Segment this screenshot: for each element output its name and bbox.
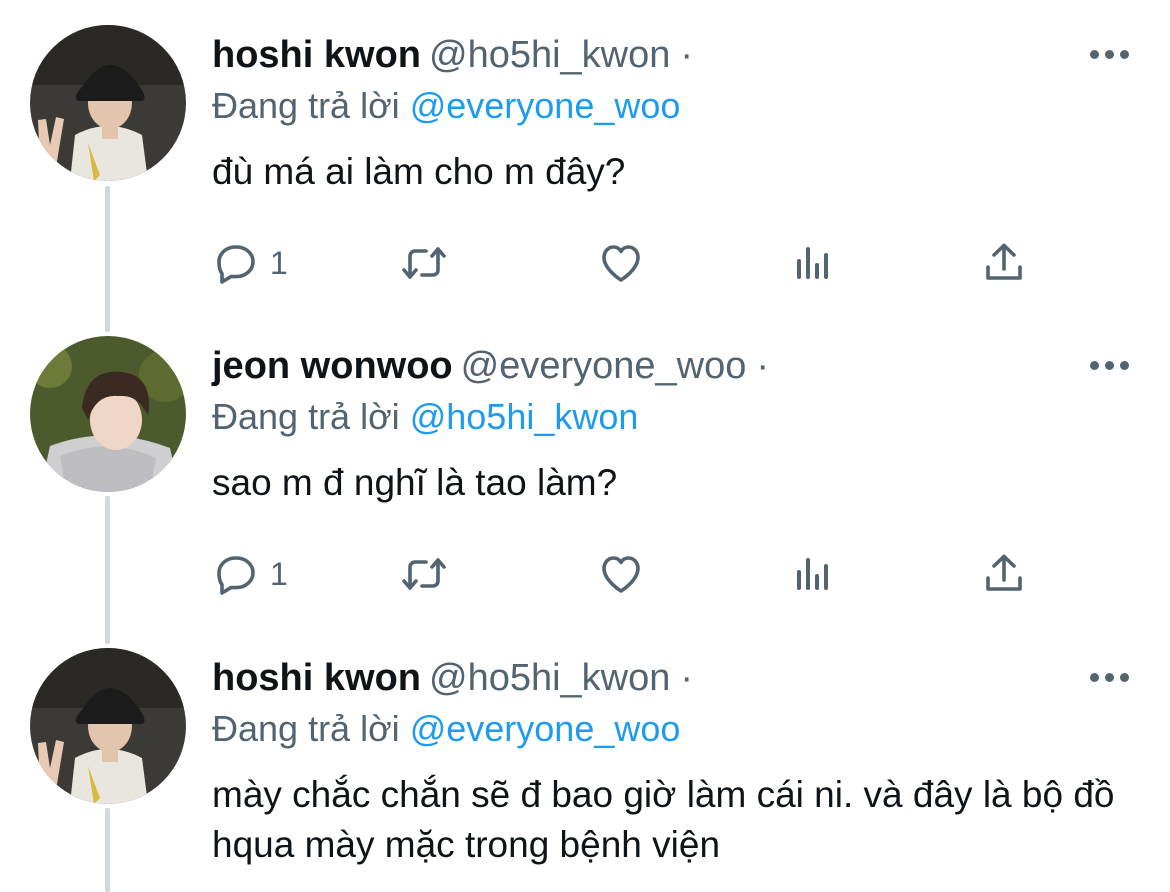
avatar[interactable] xyxy=(30,648,186,804)
tweet-header: hoshi kwon @ho5hi_kwon · xyxy=(212,648,1130,708)
tweet[interactable]: hoshi kwon @ho5hi_kwon · Đang trả lời @eve… xyxy=(0,648,1170,892)
reply-count: 1 xyxy=(270,244,288,281)
like-icon xyxy=(602,245,640,282)
more-icon[interactable] xyxy=(1090,358,1130,374)
separator-dot: · xyxy=(680,34,694,76)
views-button[interactable] xyxy=(789,544,837,604)
separator-dot: · xyxy=(756,345,770,387)
mention-link[interactable]: @ho5hi_kwon xyxy=(410,396,639,437)
share-button[interactable] xyxy=(980,233,1028,293)
replying-to: Đang trả lời @ho5hi_kwon xyxy=(212,396,1130,438)
share-button[interactable] xyxy=(980,544,1028,604)
reply-button[interactable]: 1 xyxy=(212,544,288,604)
tweet-header: jeon wonwoo @everyone_woo · xyxy=(212,336,1130,396)
action-bar: 1 xyxy=(212,544,1052,604)
avatar[interactable] xyxy=(30,25,186,181)
tweet-header: hoshi kwon @ho5hi_kwon · xyxy=(212,25,1130,85)
user-handle[interactable]: @ho5hi_kwon xyxy=(429,34,670,76)
like-icon xyxy=(602,556,640,593)
user-handle[interactable]: @everyone_woo xyxy=(461,345,747,387)
views-icon xyxy=(797,247,828,279)
reply-icon xyxy=(217,245,255,284)
user-handle[interactable]: @ho5hi_kwon xyxy=(429,657,670,699)
reply-icon xyxy=(217,556,255,595)
display-name[interactable]: hoshi kwon xyxy=(212,34,421,76)
retweet-icon xyxy=(402,558,446,590)
like-button[interactable] xyxy=(597,544,645,604)
mention-link[interactable]: @everyone_woo xyxy=(410,708,681,749)
replying-to: Đang trả lời @everyone_woo xyxy=(212,708,1130,750)
more-icon[interactable] xyxy=(1090,670,1130,686)
avatar[interactable] xyxy=(30,336,186,492)
reply-prefix: Đang trả lời xyxy=(212,708,400,749)
retweet-icon xyxy=(402,247,446,279)
tweet-text: mày chắc chắn sẽ đ bao giờ làm cái ni. v… xyxy=(212,774,1115,865)
more-icon[interactable] xyxy=(1090,47,1130,63)
reply-prefix: Đang trả lời xyxy=(212,85,400,126)
share-icon xyxy=(986,243,1022,280)
tweet-text: sao m đ nghĩ là tao làm? xyxy=(212,462,618,503)
reply-prefix: Đang trả lời xyxy=(212,396,400,437)
tweet[interactable]: hoshi kwon @ho5hi_kwon · Đang trả lời @eve… xyxy=(0,25,1170,325)
reply-count: 1 xyxy=(270,555,288,592)
views-icon xyxy=(797,558,828,590)
share-icon xyxy=(986,554,1022,591)
tweet-text: đù má ai làm cho m đây? xyxy=(212,151,626,192)
separator-dot: · xyxy=(680,657,694,699)
mention-link[interactable]: @everyone_woo xyxy=(410,85,681,126)
like-button[interactable] xyxy=(597,233,645,293)
reply-button[interactable]: 1 xyxy=(212,233,288,293)
replying-to: Đang trả lời @everyone_woo xyxy=(212,85,1130,127)
retweet-button[interactable] xyxy=(400,233,448,293)
action-bar: 1 xyxy=(212,233,1052,293)
display-name[interactable]: jeon wonwoo xyxy=(212,345,453,387)
tweet[interactable]: jeon wonwoo @everyone_woo · Đang trả lời @… xyxy=(0,336,1170,636)
views-button[interactable] xyxy=(789,233,837,293)
display-name[interactable]: hoshi kwon xyxy=(212,657,421,699)
retweet-button[interactable] xyxy=(400,544,448,604)
